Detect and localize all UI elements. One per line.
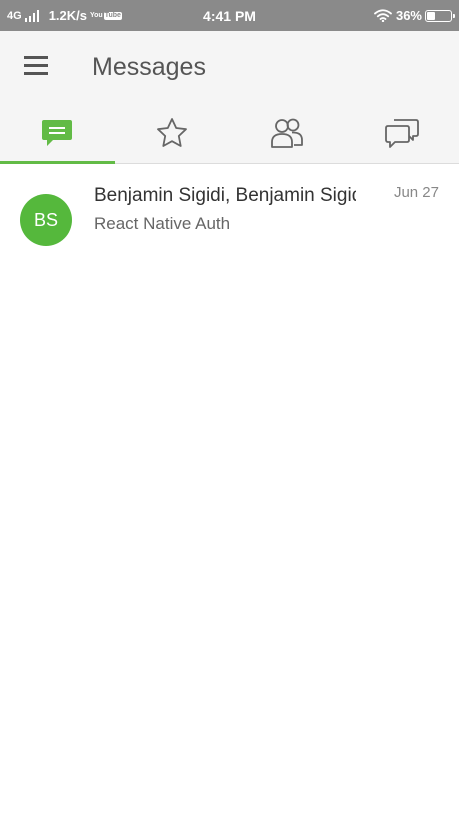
tab-conversations[interactable]: [344, 103, 459, 163]
status-bar: 4G 1.2K/s You Tube 4:41 PM 36%: [0, 0, 459, 31]
tab-people[interactable]: [230, 103, 345, 163]
message-list-item[interactable]: BS Benjamin Sigidi, Benjamin Sigidi Reac…: [0, 164, 459, 274]
tab-bar: [0, 103, 459, 164]
chat-bubble-icon: [42, 120, 73, 146]
message-preview: React Native Auth: [94, 214, 231, 233]
message-participants: Benjamin Sigidi, Benjamin Sigidi: [94, 185, 356, 206]
tab-starred[interactable]: [115, 103, 230, 163]
status-right: 36%: [374, 8, 455, 23]
battery-icon: [425, 9, 455, 22]
people-icon: [270, 118, 303, 148]
message-date: Jun 27: [393, 184, 439, 201]
page-title: Messages: [92, 53, 206, 81]
hamburger-menu-icon[interactable]: [24, 56, 48, 76]
avatar: BS: [20, 194, 72, 246]
tab-messages[interactable]: [0, 103, 115, 164]
battery-percent: 36%: [395, 8, 422, 23]
app-bar: Messages: [0, 31, 459, 103]
conversations-icon: [384, 119, 419, 148]
messages-screen: 4G 1.2K/s You Tube 4:41 PM 36% Messages …: [0, 0, 459, 816]
wifi-icon: [374, 9, 392, 22]
message-list: BS Benjamin Sigidi, Benjamin Sigidi Reac…: [0, 164, 459, 274]
star-icon: [157, 118, 188, 147]
